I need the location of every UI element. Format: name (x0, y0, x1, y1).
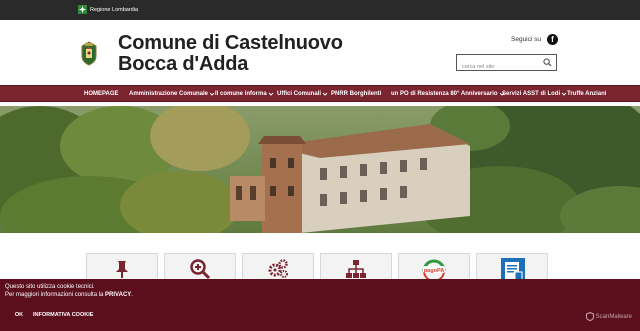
search-box (456, 54, 557, 75)
gears-icon (268, 259, 288, 278)
cookie-line2-suffix: . (131, 292, 133, 298)
nav-label: HOMEPAGE (84, 91, 119, 97)
shield-icon (585, 312, 594, 321)
region-label: Regione Lombardia (90, 6, 139, 13)
privacy-link[interactable]: PRIVACY (105, 292, 131, 298)
search-input[interactable] (457, 59, 539, 75)
zoom-in-icon (190, 259, 211, 280)
nav-item-truffe-anziani[interactable]: Truffe Anziani (567, 86, 606, 102)
chevron-down-icon (322, 92, 328, 96)
region-lombardia-logo (78, 5, 87, 14)
sitemap-icon (346, 260, 366, 278)
nav-label: Il comune informa (215, 91, 267, 97)
nav-item-resistenza[interactable]: un PO di Resistenza 80° Anniversario (391, 86, 505, 102)
nav-label: Amministrazione Comunale (129, 91, 209, 97)
cookie-line2-prefix: Per maggiori informazioni consulta la (5, 292, 106, 298)
nav-item-amministrazione[interactable]: Amministrazione Comunale (129, 86, 215, 102)
pin-icon (116, 261, 128, 278)
scanmalware-label: ScanMalware (595, 313, 632, 320)
cookie-line2: Per maggiori informazioni consulta la PR… (5, 291, 133, 299)
nav-item-asst-lodi[interactable]: Servizi ASST di Lodi (502, 86, 567, 102)
nav-label: PNRR Borghilenti (331, 91, 382, 97)
cookie-info-button[interactable]: INFORMATIVA COOKIE (33, 309, 93, 322)
nav-label: Uffici Comunali (277, 91, 322, 97)
chevron-down-icon (268, 92, 274, 96)
nav-label: Servizi ASST di Lodi (502, 91, 561, 97)
cookie-line1: Questo sito utilizza cookie tecnici. (5, 284, 95, 290)
site-title[interactable]: Comune di Castelnuovo Bocca d'Adda (118, 33, 343, 75)
nav-item-homepage[interactable]: HOMEPAGE (84, 86, 119, 102)
main-nav: HOMEPAGE Amministrazione Comunale Il com… (0, 85, 640, 102)
site-title-line2: Bocca d'Adda (118, 53, 249, 75)
cookie-banner: Questo sito utilizza cookie tecnici. Per… (0, 279, 640, 331)
nav-item-uffici[interactable]: Uffici Comunali (277, 86, 328, 102)
nav-item-pnrr[interactable]: PNRR Borghilenti (331, 86, 381, 102)
social-label: Seguici su (511, 36, 541, 43)
social-follow: Seguici su f (511, 34, 558, 45)
top-bar: Regione Lombardia (0, 0, 640, 20)
site-title-line1: Comune di Castelnuovo (118, 32, 343, 54)
search-icon[interactable] (543, 58, 552, 67)
region-link[interactable]: Regione Lombardia (78, 5, 138, 14)
scanmalware-badge[interactable]: ScanMalware (585, 312, 632, 321)
nav-label: un PO di Resistenza 80° Anniversario (391, 91, 498, 97)
nav-item-comune-informa[interactable]: Il comune informa (215, 86, 274, 102)
pagopa-icon: pagoPA (422, 259, 446, 281)
cookie-message: Questo sito utilizza cookie tecnici. Per… (5, 283, 133, 299)
facebook-icon[interactable]: f (547, 34, 558, 45)
hero-image (0, 106, 640, 233)
municipal-crest-logo[interactable] (78, 40, 100, 66)
pagopa-text: pagoPA (424, 268, 444, 274)
nav-label: Truffe Anziani (567, 91, 607, 97)
cookie-ok-button[interactable]: OK (5, 309, 33, 322)
